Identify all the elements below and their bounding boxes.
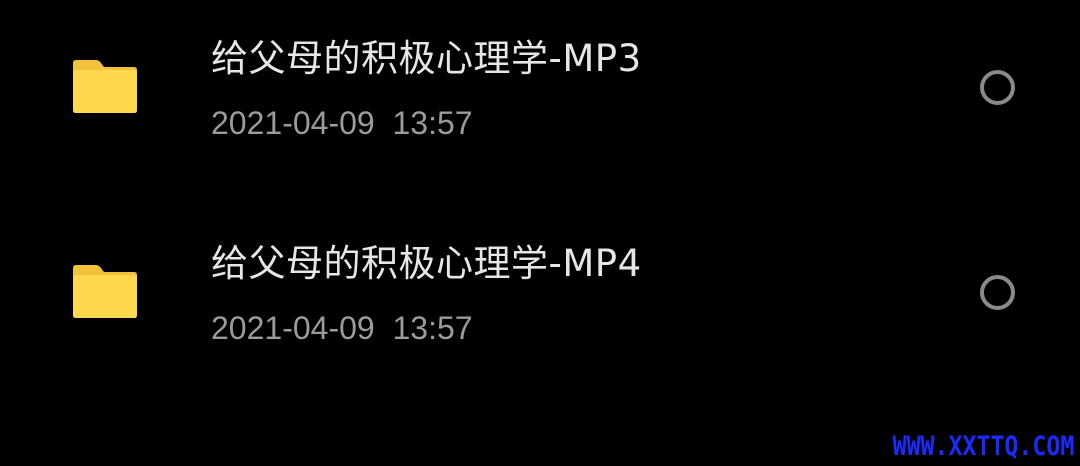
list-item[interactable]: 给父母的积极心理学-MP4 2021-04-09 13:57: [0, 205, 1080, 395]
list-item[interactable]: 给父母的积极心理学-MP3 2021-04-09 13:57: [0, 0, 1080, 190]
file-list: 给父母的积极心理学-MP3 2021-04-09 13:57 给父母的积极心理学…: [0, 0, 1080, 466]
file-date: 2021-04-09 13:57: [211, 310, 473, 346]
file-date: 2021-04-09 13:57: [211, 105, 473, 141]
file-name: 给父母的积极心理学-MP3: [211, 37, 642, 80]
select-radio[interactable]: [980, 275, 1015, 310]
folder-icon: [72, 263, 138, 319]
file-name: 给父母的积极心理学-MP4: [211, 242, 642, 285]
watermark: WWW.XXTTQ.COM: [892, 431, 1074, 462]
folder-icon: [72, 58, 138, 114]
select-radio[interactable]: [980, 70, 1015, 105]
